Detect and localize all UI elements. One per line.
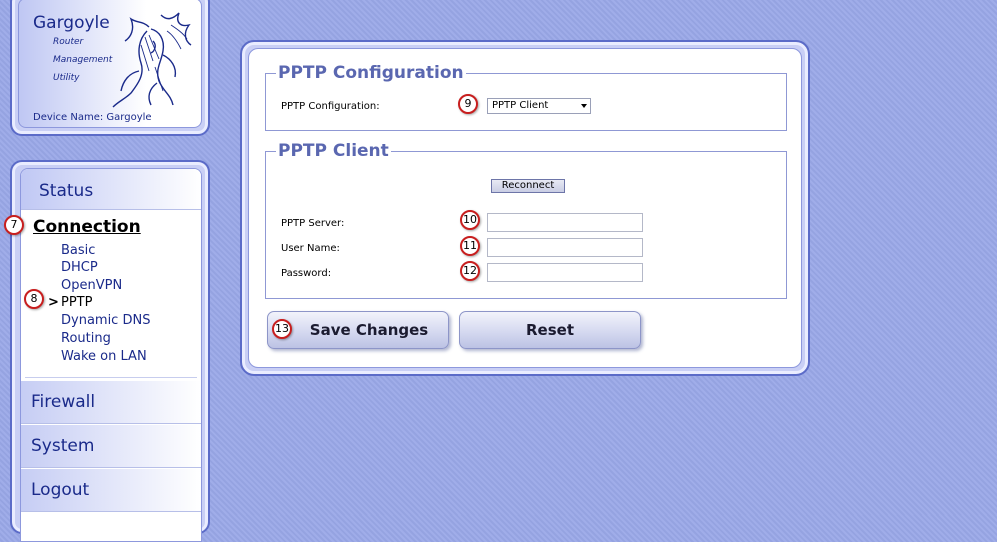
pptp-config-legend: PPTP Configuration — [278, 63, 464, 83]
sidebar-nav: Status Connection Basic DHCP OpenVPN > P… — [10, 160, 210, 542]
sidebar-nav-inner: Status Connection Basic DHCP OpenVPN > P… — [20, 168, 202, 542]
device-name: Device Name: Gargoyle — [33, 112, 152, 123]
nav-item-routing[interactable]: Routing — [61, 331, 111, 346]
callout-marker-12: 12 — [460, 261, 480, 281]
nav-item-dynamic-dns[interactable]: Dynamic DNS — [61, 313, 150, 328]
callout-marker-8: 8 — [24, 289, 44, 309]
nav-firewall-label: Firewall — [31, 392, 96, 412]
nav-status[interactable]: Status — [21, 169, 201, 210]
nav-item-pptp[interactable]: PPTP — [61, 295, 92, 310]
nav-divider — [25, 377, 197, 378]
app-title: Gargoyle — [33, 13, 110, 33]
active-item-arrow: > — [48, 295, 59, 310]
subtitle-router: Router — [53, 37, 84, 47]
dropdown-arrow-icon — [581, 104, 587, 108]
callout-marker-9: 9 — [458, 94, 478, 114]
password-input[interactable] — [487, 263, 643, 282]
nav-status-label: Status — [39, 181, 94, 201]
save-changes-label: Save Changes — [309, 321, 429, 339]
pptp-client-legend: PPTP Client — [278, 141, 389, 161]
user-name-input[interactable] — [487, 238, 643, 257]
logo-inner: Gargoyle Router Management Utility Devic… — [18, 0, 202, 128]
pptp-config-selected: PPTP Client — [492, 100, 549, 111]
nav-system[interactable]: System — [21, 425, 201, 468]
subtitle-utility: Utility — [53, 73, 80, 83]
callout-marker-7: 7 — [4, 215, 24, 235]
logo-panel: Gargoyle Router Management Utility Devic… — [10, 0, 210, 136]
nav-firewall[interactable]: Firewall — [21, 381, 201, 424]
user-name-label: User Name: — [281, 243, 340, 254]
password-label: Password: — [281, 268, 332, 279]
main-panel: PPTP Configuration PPTP Configuration: P… — [240, 40, 810, 376]
reconnect-button[interactable]: Reconnect — [491, 179, 565, 193]
pptp-server-label: PPTP Server: — [281, 218, 345, 229]
pptp-config-label: PPTP Configuration: — [281, 101, 380, 112]
pptp-server-input[interactable] — [487, 213, 643, 232]
reset-button[interactable]: Reset — [459, 311, 641, 349]
nav-item-wake-on-lan[interactable]: Wake on LAN — [61, 349, 147, 364]
nav-system-label: System — [31, 436, 95, 456]
callout-marker-10: 10 — [460, 210, 480, 230]
pptp-config-select[interactable]: PPTP Client — [487, 98, 591, 114]
nav-logout-label: Logout — [31, 480, 90, 500]
nav-item-basic[interactable]: Basic — [61, 243, 95, 258]
save-changes-button[interactable]: Save Changes — [267, 311, 449, 349]
gargoyle-logo-icon — [112, 12, 192, 108]
nav-logout[interactable]: Logout — [21, 469, 201, 512]
nav-connection[interactable]: Connection — [33, 217, 141, 237]
pptp-config-section: PPTP Configuration — [265, 63, 787, 131]
callout-marker-13: 13 — [272, 319, 292, 339]
callout-marker-11: 11 — [460, 236, 480, 256]
main-panel-inner: PPTP Configuration PPTP Configuration: P… — [248, 48, 802, 368]
nav-item-dhcp[interactable]: DHCP — [61, 260, 98, 275]
nav-item-openvpn[interactable]: OpenVPN — [61, 278, 122, 293]
